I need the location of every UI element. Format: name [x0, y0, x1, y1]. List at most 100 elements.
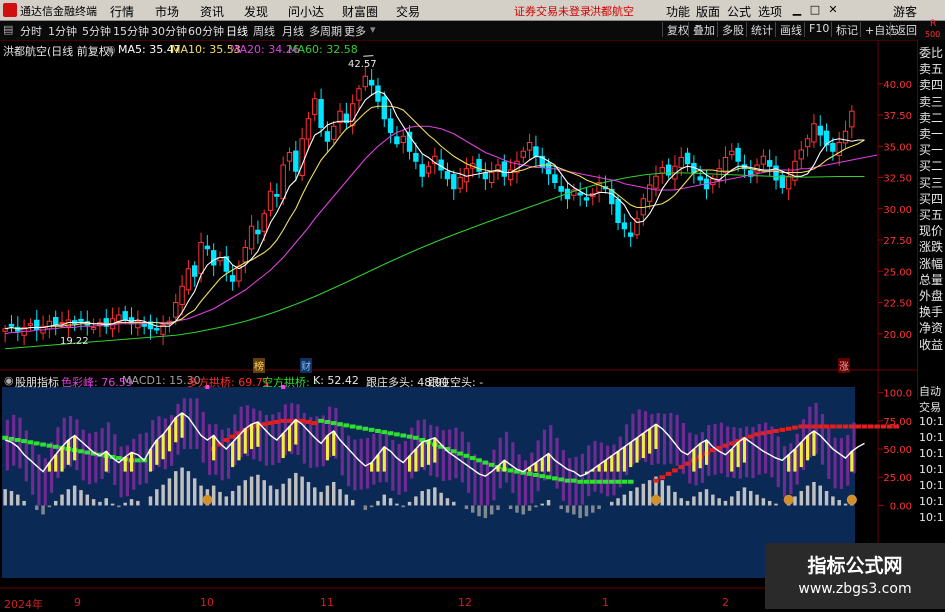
- bear-bridge-56: [356, 425, 362, 430]
- menu-item-discover[interactable]: 发现: [244, 3, 268, 20]
- indicator-name[interactable]: 股朋指标: [15, 374, 59, 390]
- candle-body-88: [558, 186, 564, 192]
- badge-rank[interactable]: 榜: [253, 358, 265, 373]
- more-chevron-icon[interactable]: ▾: [370, 23, 376, 36]
- toolbar-stats[interactable]: 统计: [746, 22, 773, 37]
- maximize-icon[interactable]: □: [808, 3, 822, 16]
- bear-bridge-57: [362, 426, 369, 431]
- ind-tick-label-2: 50.00: [883, 445, 912, 456]
- toolbar-multi[interactable]: 多股: [717, 22, 744, 37]
- bear-bridge-71: [450, 449, 457, 454]
- period-15min[interactable]: 15分钟: [113, 23, 149, 39]
- quote-label-2: 卖四: [919, 78, 944, 93]
- x-label-nov: 11: [320, 596, 334, 609]
- period-monthly[interactable]: 月线: [282, 23, 304, 39]
- menu-item-options[interactable]: 选项: [758, 3, 782, 20]
- login-warning[interactable]: 证券交易未登录: [514, 3, 591, 19]
- menu-item-function[interactable]: 功能: [666, 3, 690, 20]
- menu-item-wealth[interactable]: 财富圈: [342, 3, 378, 20]
- badge-finance[interactable]: 财: [300, 358, 312, 373]
- candle-body-91: [577, 192, 583, 196]
- candle-body-14: [90, 327, 97, 330]
- trade-label-4: 10:1: [919, 447, 944, 460]
- period-multi[interactable]: 多周期: [309, 23, 342, 39]
- ma5-line: [5, 90, 865, 330]
- bull-bridge-119: [754, 432, 760, 437]
- quote-label-12: 涨跌: [919, 240, 944, 255]
- price-tick-label-4: 30.00: [883, 205, 912, 216]
- quote-label-14: 总量: [919, 272, 944, 287]
- legend-circle-icon[interactable]: ◉: [106, 43, 116, 56]
- toolbar-back[interactable]: 返回: [890, 22, 917, 37]
- close-icon[interactable]: ✕: [826, 3, 840, 16]
- menu-item-formula[interactable]: 公式: [727, 3, 751, 20]
- bear-bridge-72: [457, 451, 463, 456]
- period-5min[interactable]: 5分钟: [82, 23, 111, 39]
- menu-toggle-icon[interactable]: ▤: [3, 23, 13, 36]
- candle-body-39: [248, 225, 255, 250]
- menu-item-ask[interactable]: 问小达: [288, 3, 324, 20]
- price-tick-label-2: 35.00: [883, 142, 912, 153]
- period-30min[interactable]: 30分钟: [151, 23, 187, 39]
- money-bag-icon-5: [846, 494, 857, 505]
- candle-body-64: [406, 131, 413, 152]
- high-marker-line: [363, 55, 374, 57]
- candle-body-8: [52, 316, 59, 326]
- period-intraday[interactable]: 分时: [20, 23, 42, 39]
- menu-item-news[interactable]: 资讯: [200, 3, 224, 20]
- bull-bridge-137: [867, 424, 874, 429]
- candle-body-115: [729, 150, 735, 156]
- bull-bridge-130: [823, 424, 830, 429]
- menu-item-market[interactable]: 市场: [155, 3, 179, 20]
- period-more[interactable]: 更多: [344, 23, 366, 39]
- menu-item-layout[interactable]: 版面: [696, 3, 720, 20]
- toolbar-f10[interactable]: F10: [804, 22, 829, 37]
- bull-bridge-133: [842, 424, 849, 429]
- bear-bridge-64: [406, 434, 413, 439]
- candle-body-45: [286, 152, 293, 162]
- candle-body-12: [78, 318, 84, 322]
- indicator-item-follow-short: 跟庄空头: -: [428, 376, 484, 389]
- bull-bridge-104: [659, 475, 666, 480]
- indicator-circle-icon[interactable]: ◉: [4, 374, 14, 387]
- price-tick-label-3: 32.50: [883, 174, 912, 185]
- toolbar-draw[interactable]: 画线: [775, 22, 802, 37]
- badge-rise[interactable]: 涨: [838, 358, 850, 373]
- period-weekly[interactable]: 周线: [253, 23, 275, 39]
- bull-bridge-107: [678, 465, 685, 470]
- candle-body-97: [615, 198, 621, 223]
- bear-bridge-12: [78, 449, 84, 454]
- ind-tick-label-4: 0.00: [890, 501, 912, 512]
- bull-bridge-139: [880, 424, 887, 429]
- candle-body-71: [451, 174, 457, 190]
- candle-body-99: [627, 232, 634, 237]
- menu-item-quotes[interactable]: 行情: [110, 3, 134, 20]
- bull-bridge-128: [811, 424, 817, 429]
- quote-label-13: 涨幅: [919, 256, 944, 271]
- bull-bridge-103: [653, 478, 659, 483]
- quote-label-4: 卖二: [919, 110, 944, 125]
- quote-label-8: 买三: [919, 175, 944, 190]
- period-60min[interactable]: 60分钟: [188, 23, 224, 39]
- bull-bridge-114: [722, 443, 729, 448]
- guest-button[interactable]: 游客: [893, 3, 917, 20]
- indicator-background: [2, 387, 855, 578]
- candle-body-133: [842, 130, 849, 144]
- toolbar-adjust[interactable]: 复权: [662, 22, 689, 37]
- indicator-item-bull-bridge: 多方拱桥: 69.71: [187, 376, 270, 389]
- toolbar-mark[interactable]: 标记: [831, 22, 858, 37]
- bull-bridge-136: [861, 424, 868, 429]
- menu-item-trade[interactable]: 交易: [396, 3, 420, 20]
- period-daily[interactable]: 日线: [226, 23, 248, 39]
- period-1min[interactable]: 1分钟: [48, 23, 77, 39]
- bull-bridge-122: [773, 428, 779, 433]
- toolbar-overlay[interactable]: 叠加: [688, 22, 715, 37]
- minimize-icon[interactable]: ▁: [790, 3, 804, 16]
- bear-bridge-21: [135, 458, 141, 463]
- bear-bridge-3: [21, 439, 27, 444]
- kline-chart[interactable]: 40.00 37.50 35.00 32.50 30.00 27.50 25.00 22.50…: [0, 40, 917, 609]
- indicator-item-k: K: 52.42: [313, 374, 359, 387]
- candle-body-4: [27, 323, 34, 326]
- x-label-oct: 10: [200, 596, 214, 609]
- x-label-jan: 1: [602, 596, 609, 609]
